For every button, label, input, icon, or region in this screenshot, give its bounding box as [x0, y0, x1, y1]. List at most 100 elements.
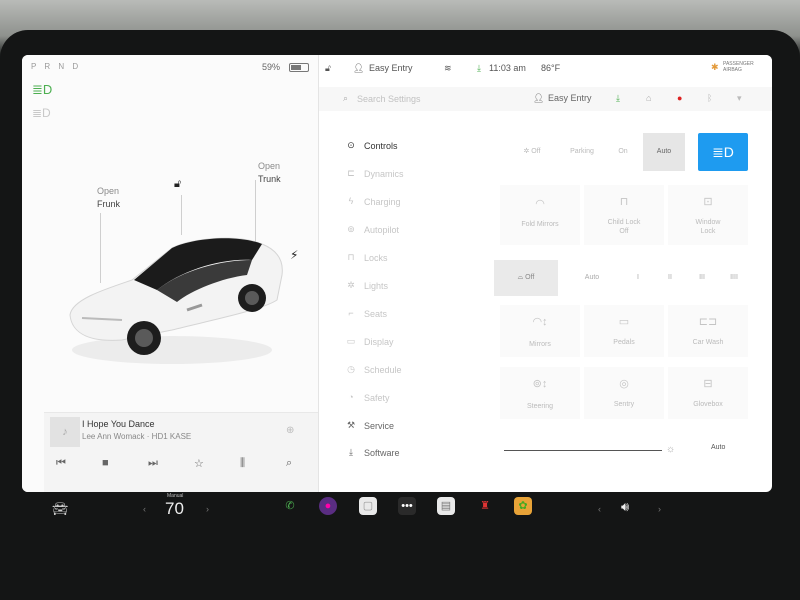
open-trunk-line1: Open: [258, 161, 281, 171]
toggle-icon: ⊙: [347, 140, 355, 150]
status-profile[interactable]: Easy Entry: [369, 63, 413, 73]
seat-icon: ⌐: [348, 308, 354, 318]
open-frunk-button[interactable]: Open Frunk: [97, 185, 120, 211]
brightness-auto-button[interactable]: Auto: [711, 444, 725, 451]
wifi-icon: ≋: [444, 63, 452, 73]
calendar-icon[interactable]: ▤: [437, 497, 455, 515]
previous-track-icon[interactable]: ⏮︎: [56, 457, 66, 470]
menu-item-controls[interactable]: ⊙ Controls: [340, 137, 490, 157]
menu-item-safety[interactable]: ◔ Safety: [340, 389, 490, 409]
wipers-speed-3-button[interactable]: III: [690, 260, 714, 296]
headlight-icon: ≣D: [32, 82, 53, 97]
phone-icon[interactable]: ✆: [281, 497, 299, 515]
more-apps-icon[interactable]: •••: [398, 497, 416, 515]
wipers-auto-button[interactable]: Auto: [574, 260, 610, 296]
next-track-icon[interactable]: ⏭︎: [148, 457, 158, 470]
mirrors-adjust-button[interactable]: ◠↕ Mirrors: [500, 305, 580, 357]
child-lock-icon: ⊓: [619, 196, 629, 208]
notepad-icon[interactable]: ▢: [359, 497, 377, 515]
menu-item-software[interactable]: ⤓ Software: [340, 444, 490, 464]
wipers-speed-1-button[interactable]: I: [626, 260, 650, 296]
software-download-icon[interactable]: ⤓: [616, 93, 620, 104]
airbag-icon: ✱: [711, 62, 719, 72]
menu-item-charging[interactable]: ϟ Charging: [340, 193, 490, 213]
battery-percent: 59%: [262, 62, 281, 72]
equalizer-icon[interactable]: ⫼: [240, 457, 245, 470]
add-favorite-icon[interactable]: ⊕: [286, 425, 294, 436]
toybox-joystick-icon[interactable]: ♜: [476, 497, 494, 515]
menu-item-autopilot[interactable]: ⊚ Autopilot: [340, 221, 490, 241]
track-title: I Hope You Dance: [82, 419, 155, 429]
stop-icon[interactable]: ■: [102, 457, 109, 469]
sentry-button[interactable]: ◎ Sentry: [584, 367, 664, 419]
menu-item-locks[interactable]: ⊓ Locks: [340, 249, 490, 269]
speed-decrease-icon[interactable]: ‹: [143, 504, 146, 514]
bluetooth-icon[interactable]: ᛒ: [707, 93, 712, 103]
unlock-icon[interactable]: 🔓︎: [174, 178, 181, 191]
lights-off-button[interactable]: ✲ Off: [512, 133, 552, 171]
wipers-speed-2-button[interactable]: II: [658, 260, 682, 296]
camera-icon[interactable]: ●: [319, 497, 337, 515]
album-art[interactable]: ♪: [50, 417, 80, 447]
headlight-beam-icon: ≣D: [712, 144, 734, 160]
menu-item-schedule[interactable]: ◷ Schedule: [340, 361, 490, 381]
home-icon[interactable]: ⌂: [646, 93, 651, 103]
menu-item-dynamics[interactable]: ⊏ Dynamics: [340, 165, 490, 185]
schedule-icon: ◷: [347, 364, 355, 374]
search-input[interactable]: [357, 92, 477, 106]
window-lock-icon: ⊡: [703, 196, 713, 208]
status-lock-icon[interactable]: 🔓︎: [325, 63, 331, 74]
steering-adjust-button[interactable]: ⊚↕ Steering: [500, 367, 580, 419]
wipers-speed-4-button[interactable]: IIII: [722, 260, 746, 296]
speed-increase-icon[interactable]: ›: [206, 504, 209, 514]
glovebox-button[interactable]: ⊟ Glovebox: [668, 367, 748, 419]
volume-up-icon[interactable]: ›: [658, 504, 661, 514]
alert-bell-icon[interactable]: ●: [677, 93, 682, 103]
search-profile[interactable]: Easy Entry: [548, 93, 592, 103]
car-controls-icon[interactable]: 🚘︎: [52, 501, 69, 517]
profile-icon: 👤︎: [353, 63, 365, 73]
car-panel: P R N D 59% ≣D ≣D Open Frunk Open Trunk …: [22, 55, 318, 492]
headlights-toggle-button[interactable]: ≣D: [698, 133, 748, 171]
open-trunk-line2: Trunk: [258, 174, 281, 184]
open-trunk-button[interactable]: Open Trunk: [258, 160, 281, 186]
car-wash-button[interactable]: ⊏⊐ Car Wash: [668, 305, 748, 357]
menu-item-seats[interactable]: ⌐ Seats: [340, 305, 490, 325]
brightness-slider[interactable]: [504, 450, 662, 451]
menu-item-lights[interactable]: ✲ Lights: [340, 277, 490, 297]
track-artist: Lee Ann Womack · HD1 KASE: [82, 432, 192, 441]
clock-time: 11:03 am: [489, 63, 526, 73]
open-frunk-line2: Frunk: [97, 199, 121, 209]
menu-item-service[interactable]: ⚒︎ Service: [340, 417, 490, 437]
lte-signal-icon[interactable]: ▾: [737, 93, 742, 104]
wiper-icon: ⌓: [517, 274, 526, 281]
fold-mirrors-button[interactable]: ◠ Fold Mirrors: [500, 185, 580, 245]
media-search-icon[interactable]: ⌕: [286, 457, 292, 470]
touchscreen: P R N D 59% ≣D ≣D Open Frunk Open Trunk …: [22, 55, 772, 492]
menu-item-display[interactable]: ▭ Display: [340, 333, 490, 353]
lights-on-button[interactable]: On: [608, 133, 638, 171]
speed-value: 70: [165, 499, 184, 518]
lights-auto-button[interactable]: Auto: [643, 133, 685, 171]
speaker-icon[interactable]: 🔊︎: [621, 499, 629, 515]
lock-icon: ⊓: [347, 252, 355, 262]
outside-temperature: 86°F: [541, 63, 561, 73]
display-icon: ▭: [346, 336, 356, 346]
window-lock-button[interactable]: ⊡ Window Lock: [668, 185, 748, 245]
volume-down-icon[interactable]: ‹: [598, 504, 601, 514]
profile-icon-2: 👤︎: [533, 93, 545, 103]
sentry-icon: ◎: [619, 378, 629, 390]
steering-adjust-icon: ⊚↕: [532, 378, 548, 390]
arcade-icon[interactable]: ✿: [514, 497, 532, 515]
glovebox-icon: ⊟: [703, 378, 713, 390]
lights-parking-button[interactable]: Parking: [562, 133, 602, 171]
open-frunk-line1: Open: [97, 186, 120, 196]
bolt-icon: ϟ: [348, 196, 354, 206]
settings-search-row: ⌕ 👤︎ Easy Entry ⤓ ⌂ ● ᛒ ▾: [319, 87, 772, 111]
child-lock-button[interactable]: ⊓ Child Lock Off: [584, 185, 664, 245]
pedals-icon: ▭: [618, 316, 630, 328]
pedals-button[interactable]: ▭ Pedals: [584, 305, 664, 357]
favorite-star-icon[interactable]: ☆: [194, 457, 204, 470]
sun-icon: ✲: [347, 280, 355, 290]
wipers-off-button[interactable]: ⌓ Off: [494, 260, 558, 296]
